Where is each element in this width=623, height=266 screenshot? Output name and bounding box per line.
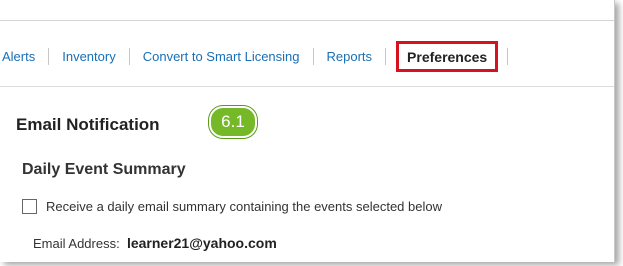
- daily-summary-checkbox-label: Receive a daily email summary containing…: [46, 199, 442, 214]
- email-notification-heading: Email Notification: [16, 115, 160, 134]
- tab-separator: [48, 47, 50, 65]
- tab-divider: [0, 86, 614, 87]
- tab-separator: [507, 47, 509, 65]
- email-address-row: Email Address: learner21@yahoo.com: [33, 235, 277, 251]
- daily-summary-checkbox[interactable]: [22, 199, 37, 214]
- tab-separator: [312, 47, 314, 65]
- tab-reports[interactable]: Reports: [323, 49, 377, 64]
- email-address-value: learner21@yahoo.com: [126, 235, 277, 251]
- step-badge: 6.1: [209, 106, 257, 138]
- daily-summary-option: Receive a daily email summary containing…: [22, 199, 442, 214]
- tab-convert-to-smart-licensing[interactable]: Convert to Smart Licensing: [139, 49, 304, 64]
- tab-separator: [128, 47, 130, 65]
- tab-preferences[interactable]: Preferences: [396, 40, 499, 72]
- top-divider: [0, 20, 614, 21]
- tab-bar: Alerts Inventory Convert to Smart Licens…: [0, 38, 517, 74]
- tab-inventory[interactable]: Inventory: [58, 49, 119, 64]
- tab-alerts[interactable]: Alerts: [0, 49, 39, 64]
- tab-separator: [385, 47, 387, 65]
- daily-event-summary-heading: Daily Event Summary: [22, 161, 186, 178]
- email-address-label: Email Address:: [33, 236, 124, 251]
- preferences-panel: Alerts Inventory Convert to Smart Licens…: [0, 0, 615, 262]
